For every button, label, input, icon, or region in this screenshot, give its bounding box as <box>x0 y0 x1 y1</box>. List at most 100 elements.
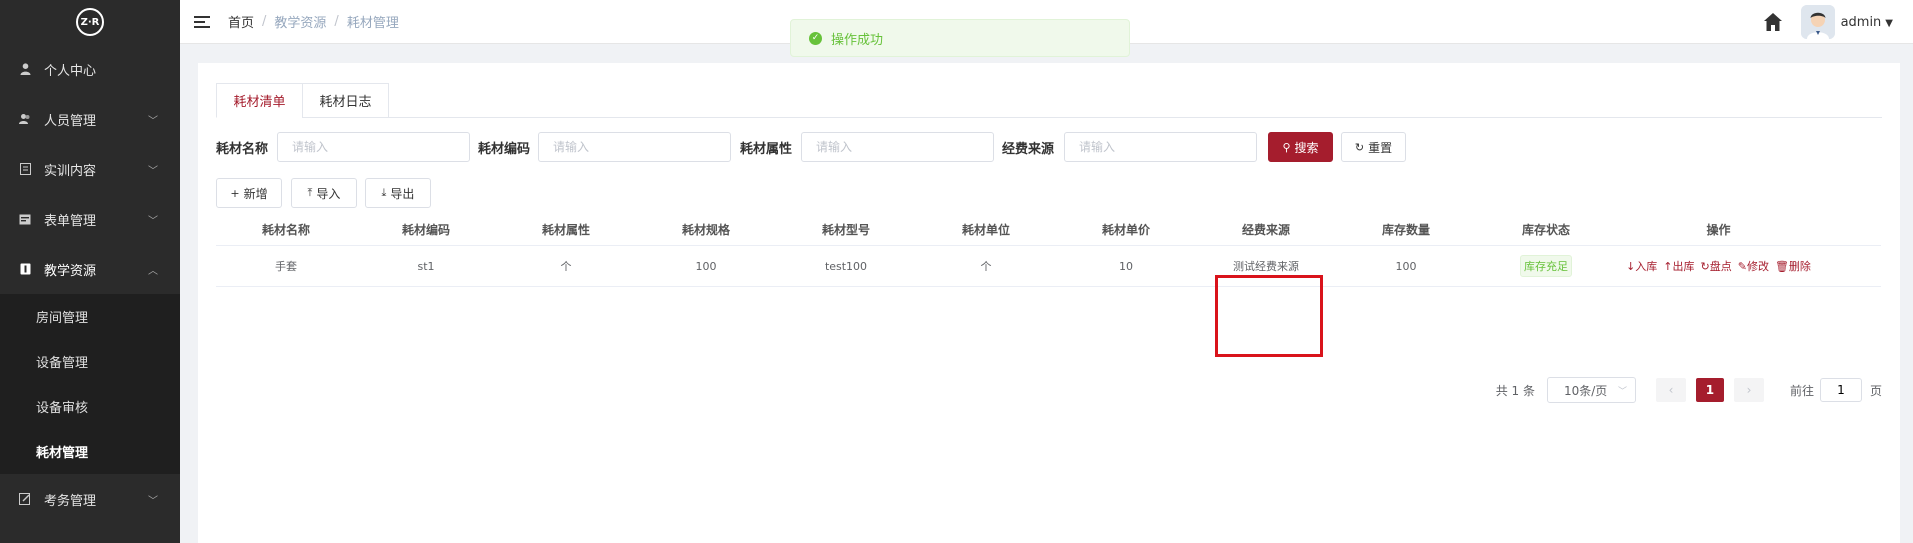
sidebar-subitem-equipment[interactable]: 设备管理 <box>0 339 180 384</box>
caret-down-icon: ▼ <box>1885 17 1893 29</box>
toast-message: 操作成功 <box>831 32 884 48</box>
page-number-current[interactable]: 1 <box>1695 378 1724 402</box>
page-size-value: 10条/页 <box>1563 383 1608 398</box>
chevron-right-icon: › <box>1746 383 1752 397</box>
sidebar-subitem-equipment-review[interactable]: 设备审核 <box>0 384 180 429</box>
header-model: 耗材型号 <box>821 222 870 237</box>
goto-page-input[interactable] <box>1819 378 1862 402</box>
chevron-down-icon: ﹀ <box>1617 387 1627 397</box>
sidebar-item-exam-affairs[interactable]: 考务管理 ﹀ <box>0 474 180 524</box>
delete-link[interactable]: 🗑删除 <box>1775 258 1811 274</box>
home-icon[interactable] <box>1763 12 1783 32</box>
chevron-down-icon: ﹀ <box>148 116 158 127</box>
pagination: 共 1 条 10条/页 ﹀ ‹ 1 › 前往 页 <box>1496 377 1882 403</box>
search-button-label: 搜索 <box>1294 140 1319 155</box>
cell-attr: 个 <box>560 260 572 273</box>
sidebar-item-training-content[interactable]: 实训内容 ﹀ <box>0 144 180 194</box>
check-circle-icon: ✓ <box>809 31 822 45</box>
sidebar-item-teaching-resources[interactable]: 教学资源 ︿ <box>0 244 180 294</box>
users-icon <box>18 112 32 126</box>
consumable-name-input[interactable] <box>277 132 470 162</box>
avatar[interactable] <box>1800 5 1835 39</box>
chevron-left-icon: ‹ <box>1668 383 1674 397</box>
export-button-label: 导出 <box>390 186 415 201</box>
breadcrumb-teaching-resources: 教学资源 <box>274 16 327 31</box>
cell-model: test100 <box>824 259 868 273</box>
page-size-select[interactable]: 10条/页 ﹀ <box>1546 377 1636 403</box>
header-qty: 库存数量 <box>1381 222 1430 237</box>
chevron-up-icon: ︿ <box>148 266 158 277</box>
cell-fund-source: 测试经费来源 <box>1233 260 1299 273</box>
sidebar-subitem-consumables[interactable]: 耗材管理 <box>0 429 180 474</box>
stock-out-link[interactable]: ↑出库 <box>1663 258 1694 274</box>
refresh-icon: ↻ <box>1700 260 1710 273</box>
consumables-table: 耗材名称 耗材编码 耗材属性 耗材规格 耗材型号 耗材单位 耗材单价 经费来源 … <box>216 213 1881 287</box>
consumable-attr-input[interactable] <box>801 132 994 162</box>
label-consumable-code: 耗材编码 <box>478 142 531 157</box>
sidebar-item-label: 个人中心 <box>44 63 97 79</box>
edit-icon: ✎ <box>1737 260 1747 273</box>
export-button[interactable]: ⤓ 导出 <box>365 178 431 208</box>
download-icon: ⤓ <box>381 186 387 199</box>
arrow-up-icon: ↑ <box>1663 260 1673 273</box>
content-icon <box>18 162 32 176</box>
menu-toggle-icon[interactable] <box>194 15 210 28</box>
tab-consumables-log[interactable]: 耗材日志 <box>302 83 389 118</box>
consumable-code-input[interactable] <box>538 132 731 162</box>
reset-button[interactable]: ↻ 重置 <box>1341 132 1406 162</box>
submenu-teaching-resources: 房间管理 设备管理 设备审核 耗材管理 <box>0 294 180 474</box>
trash-icon: 🗑 <box>1774 260 1789 273</box>
tab-bar: 耗材清单 耗材日志 <box>216 83 1882 118</box>
breadcrumb-current: 耗材管理 <box>346 16 399 31</box>
refresh-icon: ↻ <box>1354 140 1365 154</box>
upload-icon: ⤒ <box>307 186 313 199</box>
plus-icon: + <box>230 186 240 200</box>
sidebar-item-label: 实训内容 <box>44 163 97 179</box>
sidebar-item-personnel[interactable]: 人员管理 ﹀ <box>0 94 180 144</box>
header-code: 耗材编码 <box>401 222 450 237</box>
cell-unit: 个 <box>980 260 992 273</box>
chevron-down-icon: ﹀ <box>148 216 158 227</box>
search-button[interactable]: ⚲ 搜索 <box>1268 132 1333 162</box>
header-unit: 耗材单位 <box>961 222 1010 237</box>
import-button-label: 导入 <box>316 186 341 201</box>
reset-button-label: 重置 <box>1368 140 1393 155</box>
cell-price: 10 <box>1119 259 1133 273</box>
sidebar-item-form-management[interactable]: 表单管理 ﹀ <box>0 194 180 244</box>
sidebar-item-personal-center[interactable]: 个人中心 <box>0 44 180 94</box>
label-fund-source: 经费来源 <box>1002 142 1055 157</box>
cell-name: 手套 <box>275 260 297 273</box>
sidebar-item-label: 教学资源 <box>44 263 97 279</box>
header-name: 耗材名称 <box>261 222 310 237</box>
tab-consumables-list[interactable]: 耗材清单 <box>216 83 303 118</box>
next-page-button[interactable]: › <box>1733 378 1764 402</box>
user-icon <box>18 62 32 76</box>
header-price: 耗材单价 <box>1101 222 1150 237</box>
add-button[interactable]: + 新增 <box>216 178 282 208</box>
user-area: admin ▼ <box>1763 0 1893 44</box>
logo[interactable]: Z·R <box>0 0 180 44</box>
cell-spec: 100 <box>695 259 717 273</box>
cell-ops: ↓入库 ↑出库 ↻盘点 ✎修改 🗑删除 <box>1616 246 1821 286</box>
import-button[interactable]: ⤒ 导入 <box>291 178 357 208</box>
stock-in-link[interactable]: ↓入库 <box>1626 258 1657 274</box>
main-card: 耗材清单 耗材日志 耗材名称 耗材编码 耗材属性 经费来源 ⚲搜索 ↻重置 +新… <box>198 63 1900 543</box>
exam-icon <box>18 492 32 506</box>
header-attr: 耗材属性 <box>541 222 590 237</box>
breadcrumb-home[interactable]: 首页 <box>228 12 254 31</box>
inventory-link[interactable]: ↻盘点 <box>1701 258 1732 274</box>
sidebar-item-label: 考务管理 <box>44 493 97 509</box>
resource-icon <box>18 262 32 276</box>
goto-prefix: 前往 <box>1789 383 1814 398</box>
prev-page-button[interactable]: ‹ <box>1655 378 1686 402</box>
header-fund-source: 经费来源 <box>1241 222 1290 237</box>
sidebar-subitem-rooms[interactable]: 房间管理 <box>0 294 180 339</box>
sidebar-item-label: 表单管理 <box>44 213 97 229</box>
fund-source-input[interactable] <box>1064 132 1257 162</box>
form-icon <box>18 212 32 226</box>
user-menu[interactable]: admin ▼ <box>1841 15 1893 30</box>
edit-link[interactable]: ✎修改 <box>1738 258 1769 274</box>
highlight-annotation-box <box>1215 275 1323 357</box>
header-spec: 耗材规格 <box>681 222 730 237</box>
header-ops: 操作 <box>1706 222 1731 237</box>
